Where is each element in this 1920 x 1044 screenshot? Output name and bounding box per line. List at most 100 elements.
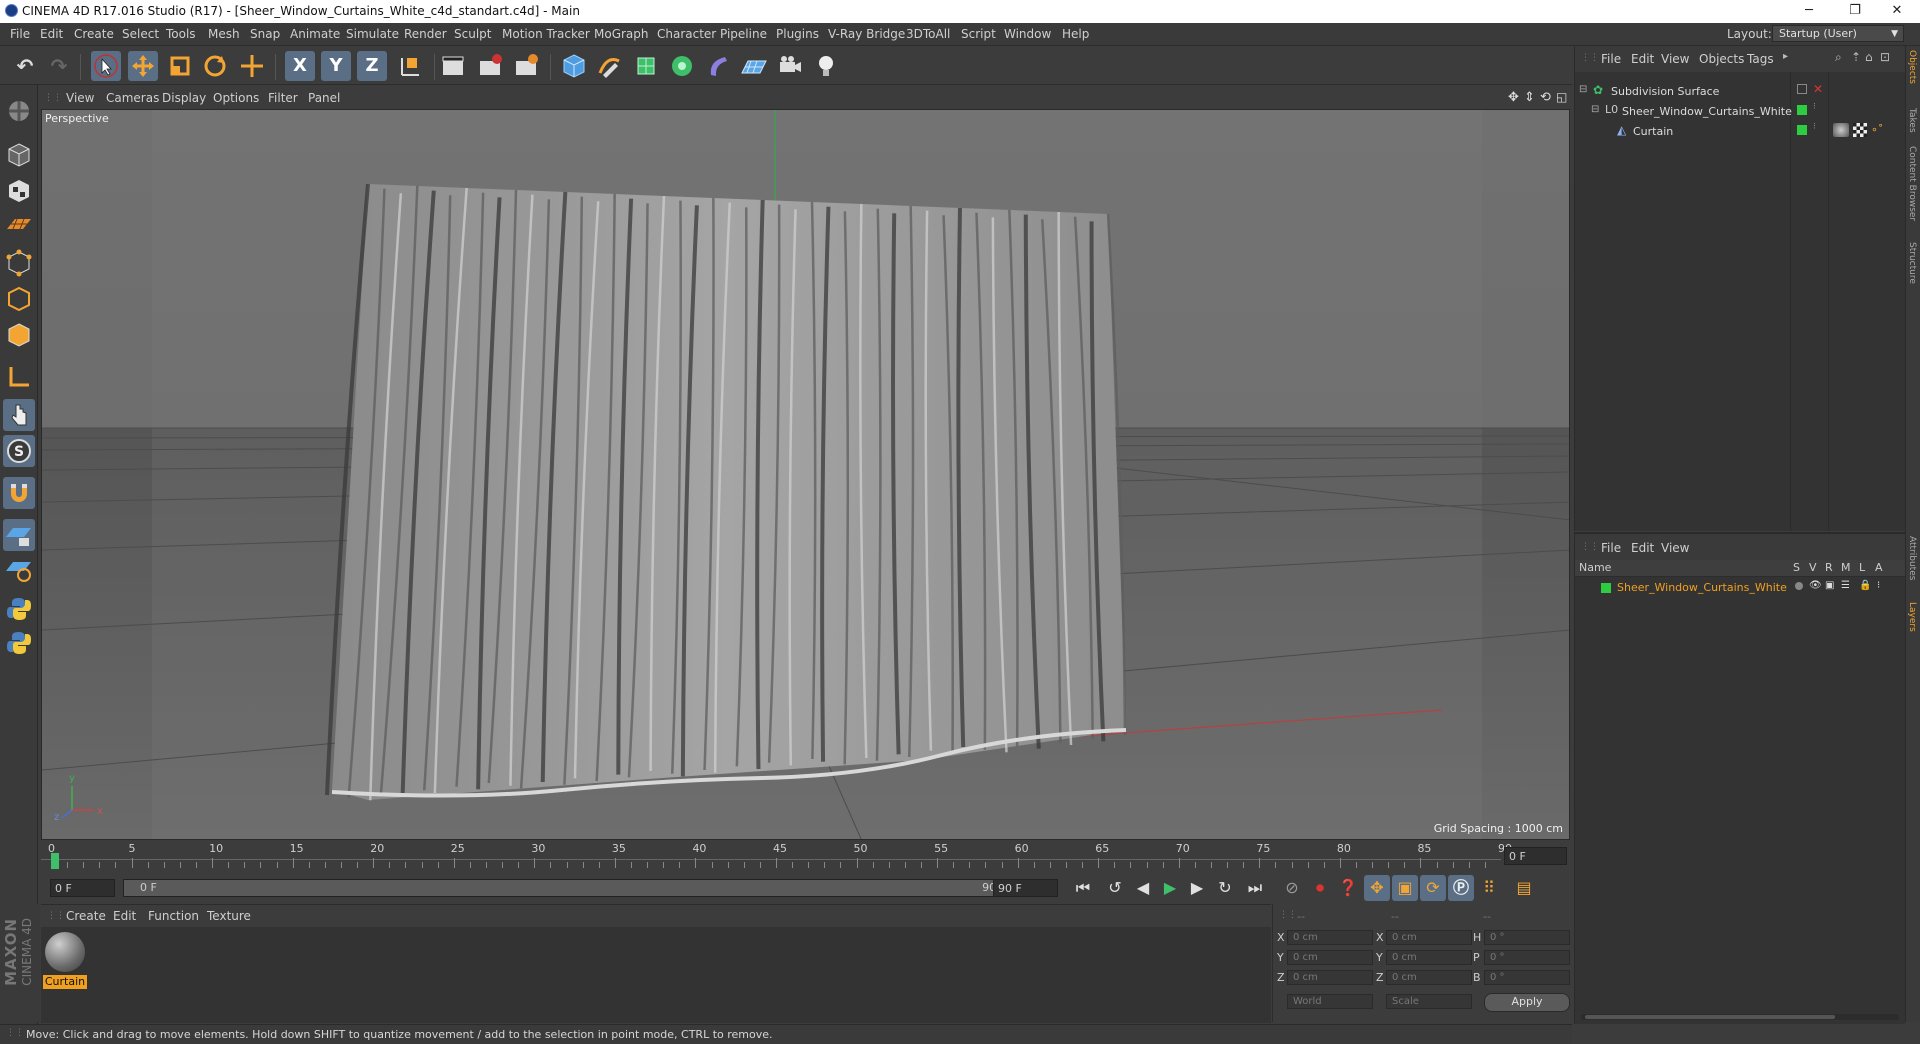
layer-color-swatch[interactable] bbox=[1797, 105, 1807, 115]
add-camera-button[interactable] bbox=[775, 51, 805, 81]
key-parameter-button[interactable]: Ⓟ bbox=[1448, 875, 1474, 901]
object-menu-objects[interactable]: Objects bbox=[1699, 52, 1744, 66]
pos-x-field[interactable]: 0 cm bbox=[1287, 930, 1373, 945]
menu-motion-tracker[interactable]: Motion Tracker bbox=[502, 27, 590, 41]
previous-frame-button[interactable]: ◀ bbox=[1130, 875, 1156, 901]
layer-row[interactable]: Sheer_Window_Curtains_White 👁 ▣ ☰ 🔒 ⁝ bbox=[1575, 579, 1905, 597]
object-row-curtain[interactable]: ◭ Curtain ⁝ ∘˚ bbox=[1575, 122, 1905, 142]
make-editable-button[interactable] bbox=[3, 95, 35, 127]
viewport-rotate-icon[interactable]: ⟲ bbox=[1540, 90, 1551, 105]
size-x-field[interactable]: 0 cm bbox=[1386, 930, 1472, 945]
move-tool-button[interactable] bbox=[128, 51, 158, 81]
timeline-ruler[interactable]: 051015202530354045505560657075808590 bbox=[41, 842, 1572, 872]
scale-tool-button[interactable] bbox=[165, 51, 195, 81]
material-menu-function[interactable]: Function bbox=[148, 909, 199, 923]
previous-key-button[interactable]: ↺ bbox=[1102, 875, 1128, 901]
coordinate-system-button[interactable] bbox=[395, 51, 425, 81]
next-key-button[interactable]: ↻ bbox=[1212, 875, 1238, 901]
layer-color-swatch[interactable] bbox=[1797, 125, 1807, 135]
uvw-tag-icon[interactable] bbox=[1853, 123, 1867, 137]
menu-pipeline[interactable]: Pipeline bbox=[720, 27, 767, 41]
playhead-marker[interactable] bbox=[51, 853, 59, 869]
start-frame-field[interactable]: 0 F bbox=[50, 879, 115, 897]
menu-render[interactable]: Render bbox=[404, 27, 447, 41]
coordinate-mode-dropdown[interactable]: World bbox=[1287, 994, 1373, 1009]
size-mode-dropdown[interactable]: Scale bbox=[1386, 994, 1472, 1009]
viewport-menu-options[interactable]: Options bbox=[213, 91, 259, 105]
menu-vray-bridge[interactable]: V-Ray Bridge bbox=[828, 27, 905, 41]
layer-menu-file[interactable]: File bbox=[1601, 541, 1621, 555]
current-frame-field[interactable]: 0 F bbox=[1504, 847, 1567, 865]
keyframe-selection-button[interactable]: ❓ bbox=[1335, 875, 1361, 901]
viewport-menu-panel[interactable]: Panel bbox=[308, 91, 340, 105]
3d-viewport[interactable]: y x z Perspective Grid Spacing : 1000 cm bbox=[41, 109, 1570, 840]
snap-toggle-button[interactable] bbox=[3, 477, 35, 509]
undo-button[interactable]: ↶ bbox=[10, 51, 40, 81]
material-menu-edit[interactable]: Edit bbox=[113, 909, 136, 923]
up-arrow-icon[interactable]: ⇡ bbox=[1851, 50, 1861, 64]
next-frame-button[interactable]: ▶ bbox=[1184, 875, 1210, 901]
menu-3dtoall[interactable]: 3DToAll bbox=[906, 27, 950, 41]
key-scale-button[interactable]: ▣ bbox=[1392, 875, 1418, 901]
menu-mograph[interactable]: MoGraph bbox=[594, 27, 649, 41]
object-menu-tags[interactable]: Tags bbox=[1747, 52, 1774, 66]
minimize-button[interactable]: ─ bbox=[1786, 0, 1832, 23]
menu-snap[interactable]: Snap bbox=[250, 27, 280, 41]
add-subdivision-button[interactable] bbox=[631, 51, 661, 81]
menu-help[interactable]: Help bbox=[1062, 27, 1089, 41]
tab-attributes[interactable]: Attributes bbox=[1907, 536, 1917, 580]
render-view-button[interactable] bbox=[438, 51, 468, 81]
rotate-tool-button[interactable] bbox=[200, 51, 230, 81]
restore-button[interactable]: ❐ bbox=[1832, 0, 1878, 23]
home-icon[interactable]: ⌂ bbox=[1865, 50, 1873, 64]
solo-toggle-icon[interactable] bbox=[1795, 582, 1803, 590]
redo-button[interactable]: ↷ bbox=[44, 51, 74, 81]
go-to-end-button[interactable]: ⏭ bbox=[1242, 875, 1268, 901]
animation-icon[interactable]: ⁝ bbox=[1877, 580, 1880, 591]
close-button[interactable]: ✕ bbox=[1874, 0, 1920, 23]
viewport-maximize-icon[interactable]: ◱ bbox=[1556, 90, 1567, 104]
add-cube-button[interactable] bbox=[559, 51, 589, 81]
viewport-menu-view[interactable]: View bbox=[66, 91, 94, 105]
menu-character[interactable]: Character bbox=[657, 27, 716, 41]
lock-icon[interactable]: 🔒 bbox=[1859, 580, 1871, 591]
render-to-picture-viewer-button[interactable] bbox=[475, 51, 505, 81]
layer-checkbox[interactable] bbox=[1797, 84, 1807, 94]
solo-mode-button[interactable]: S bbox=[3, 435, 35, 467]
material-tag-icon[interactable] bbox=[1833, 123, 1849, 137]
menu-animate[interactable]: Animate bbox=[290, 27, 340, 41]
menu-file[interactable]: File bbox=[10, 27, 30, 41]
go-to-start-button[interactable]: ⏮ bbox=[1070, 875, 1096, 901]
tab-structure[interactable]: Structure bbox=[1907, 242, 1917, 284]
record-keys-button[interactable]: ⊘ bbox=[1279, 875, 1305, 901]
autokey-button[interactable]: ⏺ bbox=[1307, 875, 1333, 901]
points-mode-button[interactable] bbox=[3, 247, 35, 279]
timeline-window-button[interactable]: ▤ bbox=[1511, 875, 1537, 901]
edges-mode-button[interactable] bbox=[3, 283, 35, 315]
phong-tag-icon[interactable]: ∘˚ bbox=[1871, 123, 1883, 136]
viewport-move-icon[interactable]: ✥ bbox=[1508, 90, 1519, 105]
render-settings-button[interactable] bbox=[511, 51, 541, 81]
menu-tools[interactable]: Tools bbox=[166, 27, 196, 41]
menu-simulate[interactable]: Simulate bbox=[346, 27, 399, 41]
new-view-icon[interactable]: ⊡ bbox=[1880, 50, 1890, 64]
viewport-menu-cameras[interactable]: Cameras bbox=[106, 91, 159, 105]
tab-takes[interactable]: Takes bbox=[1907, 108, 1917, 133]
render-icon[interactable]: ▣ bbox=[1825, 580, 1834, 591]
model-mode-button[interactable] bbox=[3, 139, 35, 171]
add-light-button[interactable] bbox=[811, 51, 841, 81]
live-selection-button[interactable] bbox=[91, 51, 121, 81]
rot-h-field[interactable]: 0 ° bbox=[1484, 930, 1570, 945]
viewport-dolly-icon[interactable]: ⇕ bbox=[1524, 90, 1535, 105]
axis-mode-button[interactable] bbox=[3, 361, 35, 393]
menu-select[interactable]: Select bbox=[122, 27, 159, 41]
eye-icon[interactable]: 👁 bbox=[1809, 580, 1822, 591]
visibility-dots-icon[interactable]: ⁝ bbox=[1813, 102, 1816, 112]
rot-b-field[interactable]: 0 ° bbox=[1484, 970, 1570, 985]
object-menu-view[interactable]: View bbox=[1661, 52, 1689, 66]
tab-layers[interactable]: Layers bbox=[1907, 602, 1917, 632]
layer-color-swatch[interactable] bbox=[1601, 583, 1611, 593]
menu-mesh[interactable]: Mesh bbox=[208, 27, 240, 41]
add-deformer-button[interactable] bbox=[703, 51, 733, 81]
collapse-icon[interactable]: ⊟ bbox=[1579, 84, 1587, 95]
